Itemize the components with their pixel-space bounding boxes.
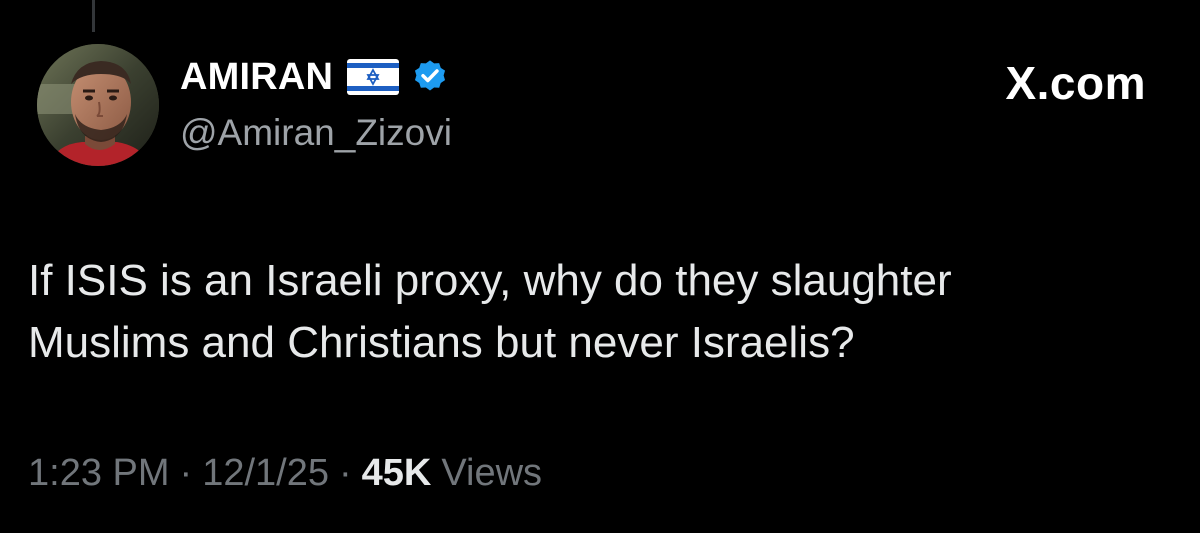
israel-flag-icon	[347, 59, 400, 95]
tweet-time[interactable]: 1:23 PM	[28, 452, 170, 495]
verified-badge-icon[interactable]	[411, 58, 449, 96]
x-brand-logo: X.com	[1005, 57, 1146, 109]
meta-separator: ·	[338, 452, 352, 494]
display-name[interactable]: AMIRAN	[180, 56, 333, 99]
views-label: Views	[441, 452, 543, 494]
tweet-date[interactable]: 12/1/25	[202, 452, 329, 495]
meta-separator: ·	[179, 452, 193, 494]
tweet-text-line: If ISIS is an Israeli proxy, why do they…	[28, 256, 952, 305]
avatar-photo	[37, 44, 159, 166]
user-name-row: AMIRAN	[180, 54, 449, 100]
tweet-text-line: Muslims and Christians but never Israeli…	[28, 318, 855, 367]
tweet-text: If ISIS is an Israeli proxy, why do they…	[28, 250, 1168, 374]
user-handle[interactable]: @Amiran_Zizovi	[180, 112, 452, 154]
tweet-metadata: 1:23 PM · 12/1/25 · 45K Views	[28, 452, 542, 495]
views-count[interactable]: 45K	[362, 452, 432, 495]
thread-connector-line	[92, 0, 95, 32]
avatar[interactable]	[37, 44, 159, 166]
